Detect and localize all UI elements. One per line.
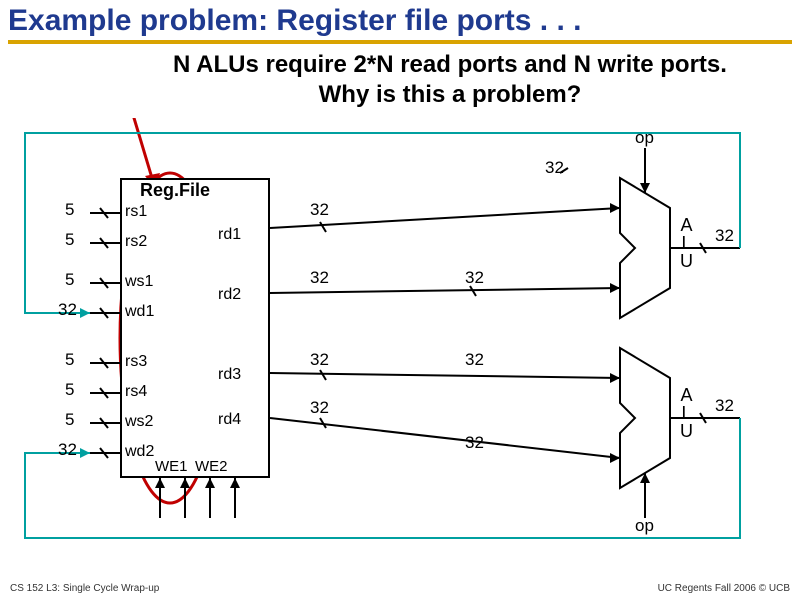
bw-rs3: 5 bbox=[65, 350, 74, 370]
bw-op-top: 32 bbox=[545, 158, 564, 178]
port-ws2: ws2 bbox=[125, 413, 153, 431]
subtitle-line1: N ALUs require 2*N read ports and N writ… bbox=[173, 51, 727, 78]
op-top: op bbox=[635, 128, 654, 148]
subtitle-line2: Why is this a problem? bbox=[319, 81, 582, 108]
bw-wd2: 32 bbox=[58, 440, 77, 460]
port-rs1: rs1 bbox=[125, 203, 147, 221]
alu-bottom-label: A L U bbox=[680, 386, 693, 440]
bw-rd3b: 32 bbox=[465, 350, 484, 370]
bw-ws1: 5 bbox=[65, 270, 74, 290]
port-rd3: rd3 bbox=[218, 366, 241, 384]
footer-right: UC Regents Fall 2006 © UCB bbox=[658, 583, 790, 594]
bw-rd1: 32 bbox=[310, 200, 329, 220]
port-rs4: rs4 bbox=[125, 383, 147, 401]
bw-rd4: 32 bbox=[310, 398, 329, 418]
bw-rd2b: 32 bbox=[465, 268, 484, 288]
footer-left: CS 152 L3: Single Cycle Wrap-up bbox=[10, 583, 159, 594]
footer: CS 152 L3: Single Cycle Wrap-up UC Regen… bbox=[0, 583, 800, 594]
bw-rd2a: 32 bbox=[310, 268, 329, 288]
bw-rs1: 5 bbox=[65, 200, 74, 220]
bw-rd4b: 32 bbox=[465, 433, 484, 453]
bw-rd3a: 32 bbox=[310, 350, 329, 370]
bw-wd1: 32 bbox=[58, 300, 77, 320]
bw-rs2: 5 bbox=[65, 230, 74, 250]
title-rule bbox=[8, 40, 792, 44]
port-ws1: ws1 bbox=[125, 273, 153, 291]
port-rd1: rd1 bbox=[218, 226, 241, 244]
diagram-area: Reg.File rs1 rs2 ws1 wd1 rs3 rs4 ws2 wd2… bbox=[0, 118, 800, 558]
slide-title: Example problem: Register file ports . .… bbox=[0, 0, 800, 40]
alu-bottom-shape bbox=[620, 348, 670, 488]
slide-subtitle: N ALUs require 2*N read ports and N writ… bbox=[0, 50, 800, 118]
port-rd2: rd2 bbox=[218, 286, 241, 304]
port-rs3: rs3 bbox=[125, 353, 147, 371]
we1-label: WE1 bbox=[155, 458, 188, 475]
port-rs2: rs2 bbox=[125, 233, 147, 251]
alu-top-shape bbox=[620, 178, 670, 318]
bw-alu1-out: 32 bbox=[715, 226, 734, 246]
bw-alu2-out: 32 bbox=[715, 396, 734, 416]
bw-rs4: 5 bbox=[65, 380, 74, 400]
regfile-title: Reg.File bbox=[140, 180, 210, 201]
we2-label: WE2 bbox=[195, 458, 228, 475]
bw-ws2: 5 bbox=[65, 410, 74, 430]
op-bottom: op bbox=[635, 516, 654, 536]
regfile-box bbox=[120, 178, 270, 478]
port-wd2: wd2 bbox=[125, 443, 154, 461]
port-wd1: wd1 bbox=[125, 303, 154, 321]
port-rd4: rd4 bbox=[218, 411, 241, 429]
alu-top-label: A L U bbox=[680, 216, 693, 270]
